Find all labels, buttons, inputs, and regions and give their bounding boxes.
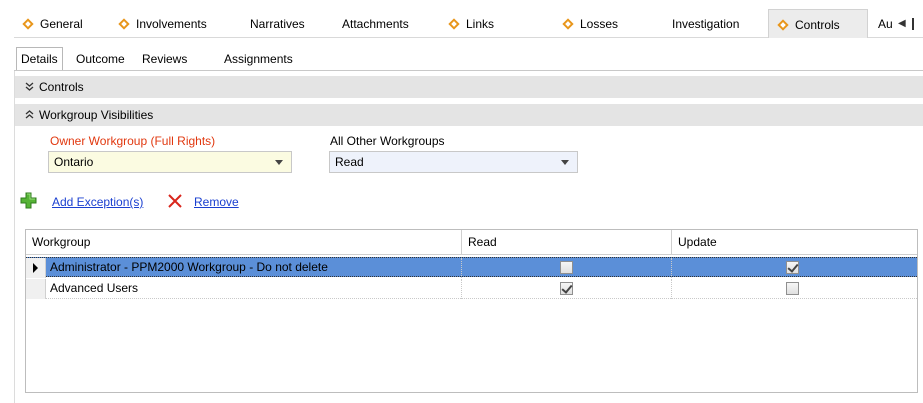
cell-workgroup[interactable]: Advanced Users xyxy=(46,279,462,299)
other-workgroups-select[interactable]: Read xyxy=(329,151,578,173)
subtab-reviews[interactable]: Reviews xyxy=(142,47,187,71)
scroll-left-icon[interactable]: ◀ xyxy=(898,9,906,38)
tab-label: Narratives xyxy=(250,17,305,31)
tab-controls[interactable]: Controls xyxy=(768,9,868,38)
table-row[interactable]: Administrator - PPM2000 Workgroup - Do n… xyxy=(26,257,917,278)
read-checkbox[interactable] xyxy=(560,261,573,274)
subtab-label: Reviews xyxy=(142,52,188,66)
subtab-assignments[interactable]: Assignments xyxy=(224,47,293,71)
owner-workgroup-select[interactable]: Ontario xyxy=(48,151,292,173)
subtab-label: Assignments xyxy=(224,52,293,66)
add-plus-icon[interactable] xyxy=(20,192,37,209)
add-exceptions-link[interactable]: Add Exception(s) xyxy=(52,195,143,209)
tab-label: Involvements xyxy=(136,17,207,31)
chevron-down-icon xyxy=(25,77,37,99)
section-title: Workgroup Visibilities xyxy=(39,108,154,122)
subtab-label: Details xyxy=(21,52,58,66)
tab-label: Au xyxy=(878,17,893,31)
tab-label: Investigation xyxy=(672,17,740,31)
row-selector[interactable] xyxy=(26,258,46,278)
tab-label: Losses xyxy=(580,17,619,31)
subtab-details[interactable]: Details xyxy=(16,47,63,71)
read-checkbox[interactable] xyxy=(560,282,573,295)
workgroup-exceptions-grid: Workgroup Read Update Administrator - PP… xyxy=(25,229,918,393)
tab-label: General xyxy=(40,17,83,31)
diamond-icon xyxy=(777,19,789,31)
dropdown-arrow-icon xyxy=(275,160,283,165)
diamond-icon xyxy=(118,18,130,30)
cell-read[interactable] xyxy=(462,279,672,299)
tab-attachments[interactable]: Attachments xyxy=(342,9,409,38)
table-row[interactable]: Advanced Users xyxy=(26,279,917,299)
tab-involvements[interactable]: Involvements xyxy=(118,9,207,38)
row-selector[interactable] xyxy=(26,279,46,299)
cell-read[interactable] xyxy=(462,258,672,278)
subtab-divider xyxy=(14,70,923,71)
section-controls-header[interactable]: Controls xyxy=(15,76,923,98)
diamond-icon xyxy=(448,18,460,30)
current-row-arrow-icon xyxy=(33,263,38,273)
section-workgroup-visibilities-header[interactable]: Workgroup Visibilities xyxy=(15,104,923,126)
tab-losses[interactable]: Losses xyxy=(562,9,619,38)
tab-label: Controls xyxy=(795,18,840,32)
tab-label: Attachments xyxy=(342,17,409,31)
column-header-update[interactable]: Update xyxy=(672,230,917,255)
owner-workgroup-value: Ontario xyxy=(54,155,94,169)
other-workgroups-label: All Other Workgroups xyxy=(330,134,445,148)
top-tab-bar: General Involvements Narratives Attachme… xyxy=(14,9,923,38)
column-header-workgroup[interactable]: Workgroup xyxy=(26,230,462,255)
column-header-read[interactable]: Read xyxy=(462,230,672,255)
cell-update[interactable] xyxy=(672,279,917,299)
tab-audit[interactable]: Au xyxy=(878,9,893,38)
chevron-up-icon xyxy=(25,105,37,127)
tab-scroll-divider xyxy=(912,18,914,30)
owner-workgroup-label: Owner Workgroup (Full Rights) xyxy=(50,134,216,148)
cell-update[interactable] xyxy=(672,258,917,278)
tab-label: Links xyxy=(466,17,495,31)
dropdown-arrow-icon xyxy=(561,160,569,165)
tab-general[interactable]: General xyxy=(22,9,83,38)
tab-links[interactable]: Links xyxy=(448,9,495,38)
tab-investigation[interactable]: Investigation xyxy=(672,9,739,38)
tab-narratives[interactable]: Narratives xyxy=(250,9,305,38)
grid-header: Workgroup Read Update xyxy=(26,230,917,255)
diamond-icon xyxy=(22,18,34,30)
other-workgroups-value: Read xyxy=(335,155,364,169)
update-checkbox[interactable] xyxy=(786,261,799,274)
remove-link[interactable]: Remove xyxy=(194,195,239,209)
subtab-label: Outcome xyxy=(76,52,125,66)
cell-workgroup[interactable]: Administrator - PPM2000 Workgroup - Do n… xyxy=(46,258,462,278)
section-title: Controls xyxy=(39,80,84,94)
remove-x-icon[interactable] xyxy=(167,193,183,209)
subtab-outcome[interactable]: Outcome xyxy=(76,47,125,71)
update-checkbox[interactable] xyxy=(786,282,799,295)
diamond-icon xyxy=(562,18,574,30)
